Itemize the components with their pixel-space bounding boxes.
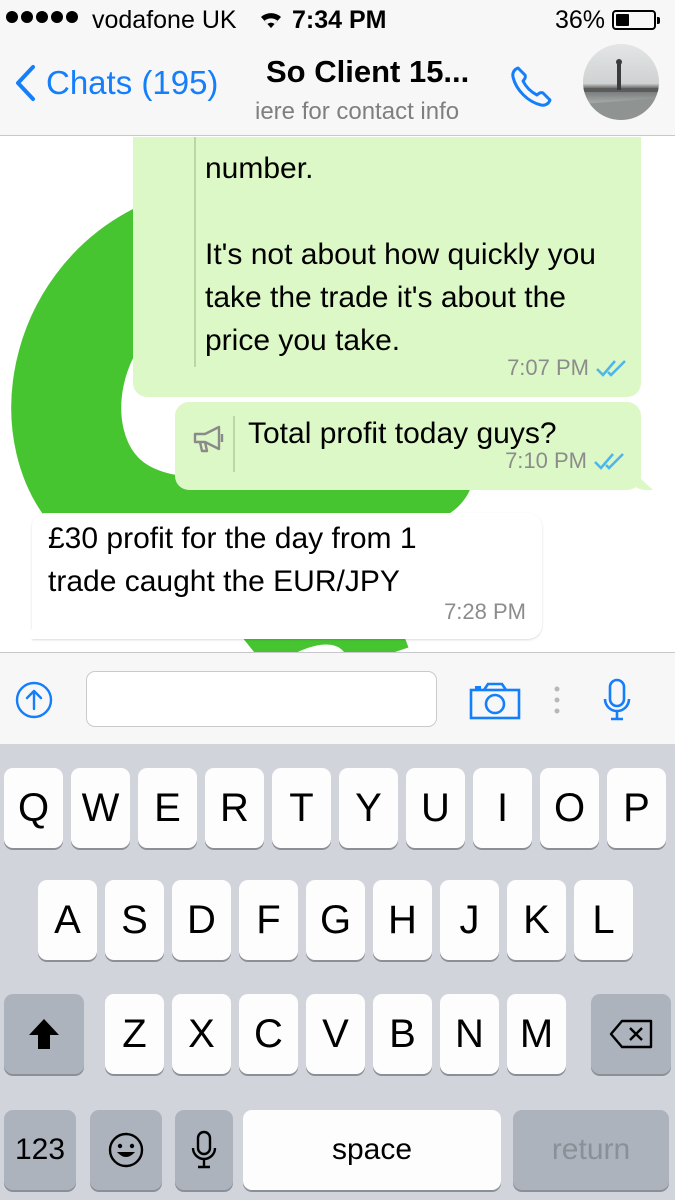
key-b[interactable]: B bbox=[373, 994, 432, 1074]
message-time: 7:28 PM bbox=[444, 599, 526, 624]
key-g[interactable]: G bbox=[306, 880, 365, 960]
read-receipt-icon bbox=[596, 359, 626, 377]
key-m[interactable]: M bbox=[507, 994, 566, 1074]
back-to-chats-button[interactable]: Chats (195) bbox=[14, 64, 218, 102]
camera-button[interactable] bbox=[468, 681, 522, 726]
backspace-icon bbox=[609, 1019, 653, 1049]
message-input[interactable] bbox=[86, 671, 437, 727]
key-a[interactable]: A bbox=[38, 880, 97, 960]
key-n[interactable]: N bbox=[440, 994, 499, 1074]
microphone-icon bbox=[603, 678, 631, 721]
chat-title[interactable]: So Client 15... bbox=[266, 54, 469, 90]
key-j[interactable]: J bbox=[440, 880, 499, 960]
battery-percentage: 36% bbox=[555, 6, 606, 34]
key-h[interactable]: H bbox=[373, 880, 432, 960]
key-k[interactable]: K bbox=[507, 880, 566, 960]
camera-icon bbox=[469, 682, 521, 720]
message-time: 7:07 PM bbox=[507, 355, 589, 380]
dictation-key[interactable] bbox=[175, 1110, 233, 1190]
microphone-icon bbox=[191, 1130, 217, 1169]
message-list[interactable]: number. It's not about how quickly you t… bbox=[0, 137, 675, 652]
message-meta: 7:10 PM bbox=[505, 439, 627, 482]
emoji-icon bbox=[108, 1132, 144, 1168]
key-p[interactable]: P bbox=[607, 768, 666, 848]
signal-strength-icon bbox=[6, 11, 78, 23]
key-t[interactable]: T bbox=[272, 768, 331, 848]
key-e[interactable]: E bbox=[138, 768, 197, 848]
wifi-icon bbox=[258, 8, 284, 37]
compose-bar bbox=[0, 652, 675, 744]
incoming-message[interactable]: £30 profit for the day from 1 trade caug… bbox=[22, 513, 542, 639]
contact-avatar[interactable] bbox=[583, 44, 659, 120]
key-l[interactable]: L bbox=[574, 880, 633, 960]
message-text: number. It's not about how quickly you t… bbox=[205, 152, 596, 357]
message-meta: 7:28 PM bbox=[444, 590, 526, 633]
shift-key[interactable] bbox=[4, 994, 84, 1074]
key-v[interactable]: V bbox=[306, 994, 365, 1074]
voice-message-button[interactable] bbox=[602, 677, 632, 728]
read-receipt-icon bbox=[594, 452, 624, 470]
key-u[interactable]: U bbox=[406, 768, 465, 848]
carrier-name: vodafone UK bbox=[92, 6, 237, 34]
message-meta: 7:07 PM bbox=[507, 346, 629, 389]
numbers-key[interactable]: 123 bbox=[4, 1110, 76, 1190]
quote-divider bbox=[194, 137, 196, 367]
chat-header: Chats (195) So Client 15... iere for con… bbox=[0, 40, 675, 136]
contact-info-hint[interactable]: iere for contact info bbox=[255, 98, 495, 126]
quote-divider bbox=[233, 416, 235, 472]
phone-icon bbox=[511, 66, 552, 107]
upload-arrow-icon bbox=[15, 681, 53, 719]
shift-arrow-icon bbox=[29, 1019, 59, 1049]
key-o[interactable]: O bbox=[540, 768, 599, 848]
emoji-key[interactable] bbox=[90, 1110, 162, 1190]
message-time: 7:10 PM bbox=[505, 448, 587, 473]
attach-button[interactable] bbox=[15, 681, 53, 724]
back-label: Chats (195) bbox=[46, 64, 219, 101]
megaphone-icon bbox=[193, 425, 224, 453]
status-time: 7:34 PM bbox=[292, 6, 387, 34]
key-q[interactable]: Q bbox=[4, 768, 63, 848]
status-bar: vodafone UK 7:34 PM 36% bbox=[0, 0, 675, 40]
key-f[interactable]: F bbox=[239, 880, 298, 960]
key-r[interactable]: R bbox=[205, 768, 264, 848]
key-w[interactable]: W bbox=[71, 768, 130, 848]
space-key[interactable]: space bbox=[243, 1110, 501, 1190]
key-d[interactable]: D bbox=[172, 880, 231, 960]
key-z[interactable]: Z bbox=[105, 994, 164, 1074]
separator-dots bbox=[554, 686, 560, 714]
call-button[interactable] bbox=[508, 62, 556, 115]
key-c[interactable]: C bbox=[239, 994, 298, 1074]
outgoing-message[interactable]: Total profit today guys? 7:10 PM bbox=[175, 402, 653, 490]
key-y[interactable]: Y bbox=[339, 768, 398, 848]
key-x[interactable]: X bbox=[172, 994, 231, 1074]
return-key[interactable]: return bbox=[513, 1110, 669, 1190]
battery-icon bbox=[612, 10, 660, 30]
keyboard: Q W E R T Y U I O P A S D F G H J K L Z … bbox=[0, 744, 675, 1200]
backspace-key[interactable] bbox=[591, 994, 671, 1074]
outgoing-message[interactable]: number. It's not about how quickly you t… bbox=[133, 137, 641, 397]
key-s[interactable]: S bbox=[105, 880, 164, 960]
key-i[interactable]: I bbox=[473, 768, 532, 848]
chevron-left-icon bbox=[16, 65, 35, 101]
